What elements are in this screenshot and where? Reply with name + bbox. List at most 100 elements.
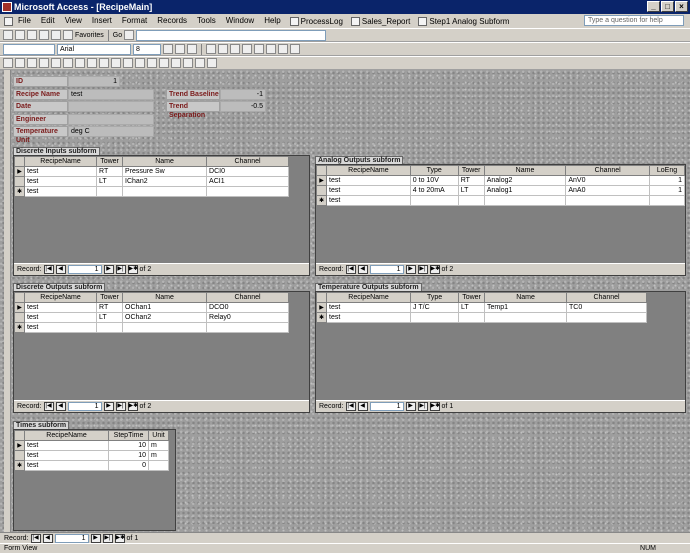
table-cell[interactable]: OChan1	[122, 302, 208, 313]
underline-icon[interactable]	[187, 44, 197, 54]
back-icon[interactable]	[3, 30, 13, 40]
new-record-icon[interactable]: ✱	[13, 322, 26, 333]
new-record-icon[interactable]: ✱	[315, 195, 328, 206]
table-cell[interactable]: RT	[96, 166, 124, 177]
print-preview-icon[interactable]	[39, 58, 49, 68]
table-cell[interactable]: Pressure Sw	[122, 166, 208, 177]
column-header[interactable]: Type	[409, 165, 459, 176]
column-header[interactable]: RecipeName	[326, 292, 412, 303]
column-header[interactable]: Channel	[206, 292, 290, 303]
cut-icon[interactable]	[63, 58, 73, 68]
table-cell[interactable]: test	[326, 312, 412, 323]
first-record-button[interactable]: |◀	[43, 402, 54, 411]
table-cell[interactable]: ACI1	[206, 176, 290, 187]
find-icon[interactable]	[147, 58, 157, 68]
forward-icon[interactable]	[15, 30, 25, 40]
help-search-input[interactable]: Type a question for help	[584, 15, 684, 26]
table-cell[interactable]: DCO0	[206, 302, 290, 313]
close-button[interactable]: ×	[675, 1, 688, 12]
table-cell[interactable]: test	[326, 302, 412, 313]
table-cell[interactable]: 0	[108, 460, 150, 471]
first-record-button[interactable]: |◀	[345, 265, 356, 274]
record-number-input[interactable]: 1	[369, 402, 404, 411]
table-cell[interactable]: 1	[649, 185, 685, 196]
column-header[interactable]: Name	[122, 292, 208, 303]
next-record-button[interactable]: ▶	[90, 533, 101, 543]
align-right-icon[interactable]	[230, 44, 240, 54]
new-record-button[interactable]: ▶✱	[127, 265, 138, 274]
table-cell[interactable]: LT	[96, 176, 124, 187]
column-header[interactable]: RecipeName	[326, 165, 411, 176]
new-record-icon[interactable]: ✱	[315, 312, 328, 323]
table-cell[interactable]: RT	[96, 302, 124, 313]
paste-icon[interactable]	[87, 58, 97, 68]
font-combo[interactable]: Arial	[57, 43, 131, 55]
next-record-button[interactable]: ▶	[405, 402, 416, 411]
table-cell[interactable]: 4 to 20mA	[409, 185, 459, 196]
menu-records[interactable]: Records	[152, 14, 192, 28]
table-cell[interactable]: Analog2	[483, 175, 567, 186]
record-number-input[interactable]: 1	[54, 533, 89, 543]
table-cell[interactable]: DCI0	[206, 166, 290, 177]
last-record-button[interactable]: ▶|	[417, 265, 428, 274]
special-effect-icon[interactable]	[290, 44, 300, 54]
stop-icon[interactable]	[27, 30, 37, 40]
column-header[interactable]: Channel	[565, 165, 651, 176]
last-record-button[interactable]: ▶|	[102, 533, 113, 543]
sort-descending-icon[interactable]	[123, 58, 133, 68]
table-cell[interactable]: test	[24, 302, 98, 313]
last-record-button[interactable]: ▶|	[115, 402, 126, 411]
current-record-icon[interactable]: ▶	[13, 302, 26, 313]
first-record-button[interactable]: |◀	[43, 265, 54, 274]
new-record-icon[interactable]: ✱	[13, 186, 26, 197]
line-color-icon[interactable]	[266, 44, 276, 54]
save-icon[interactable]	[15, 58, 25, 68]
current-record-icon[interactable]: ▶	[13, 440, 26, 451]
table-cell[interactable]: test	[24, 186, 98, 197]
table-cell[interactable]: test	[326, 195, 411, 206]
align-left-icon[interactable]	[206, 44, 216, 54]
current-record-icon[interactable]: ▶	[315, 175, 328, 186]
address-combo[interactable]	[136, 29, 327, 41]
copy-icon[interactable]	[75, 58, 85, 68]
column-header[interactable]: Tower	[458, 292, 486, 303]
column-header[interactable]: Channel	[566, 292, 648, 303]
column-header[interactable]: RecipeName	[24, 292, 98, 303]
trend-separation-field[interactable]: -0.5	[220, 101, 266, 112]
prev-record-button[interactable]: ◀	[55, 402, 66, 411]
table-cell[interactable]: 10	[108, 440, 150, 451]
table-cell[interactable]: m	[148, 440, 170, 451]
menu-format[interactable]: Format	[117, 14, 152, 28]
table-cell[interactable]: test	[24, 176, 98, 187]
shortcut-processlog[interactable]: ProcessLog	[286, 16, 347, 26]
column-header[interactable]: Tower	[457, 165, 485, 176]
record-number-input[interactable]: 1	[67, 402, 102, 411]
menu-view[interactable]: View	[60, 14, 87, 28]
new-object-icon[interactable]	[195, 58, 205, 68]
spelling-icon[interactable]	[51, 58, 61, 68]
bold-icon[interactable]	[163, 44, 173, 54]
table-cell[interactable]: J T/C	[410, 302, 460, 313]
column-header[interactable]: Name	[122, 156, 208, 167]
column-header[interactable]: Tower	[96, 292, 124, 303]
prev-record-button[interactable]: ◀	[357, 402, 368, 411]
table-cell[interactable]: AnV0	[565, 175, 651, 186]
new-record-button[interactable]: ▶✱	[429, 265, 440, 274]
table-cell[interactable]: test	[24, 166, 98, 177]
current-record-icon[interactable]: ▶	[13, 166, 26, 177]
column-header[interactable]: Type	[410, 292, 460, 303]
table-cell[interactable]: test	[24, 460, 110, 471]
column-header[interactable]: LoEng	[649, 165, 685, 176]
line-width-icon[interactable]	[278, 44, 288, 54]
search-web-icon[interactable]	[63, 30, 73, 40]
next-record-button[interactable]: ▶	[103, 265, 114, 274]
object-combo[interactable]	[3, 43, 55, 55]
table-cell[interactable]: test	[24, 450, 110, 461]
trend-baseline-field[interactable]: -1	[220, 89, 266, 100]
engineer-field[interactable]	[68, 114, 154, 125]
fill-color-icon[interactable]	[242, 44, 252, 54]
next-record-button[interactable]: ▶	[405, 265, 416, 274]
table-cell[interactable]: Relay0	[206, 312, 290, 323]
column-header[interactable]: StepTime	[108, 430, 150, 441]
filter-icon[interactable]	[135, 58, 145, 68]
